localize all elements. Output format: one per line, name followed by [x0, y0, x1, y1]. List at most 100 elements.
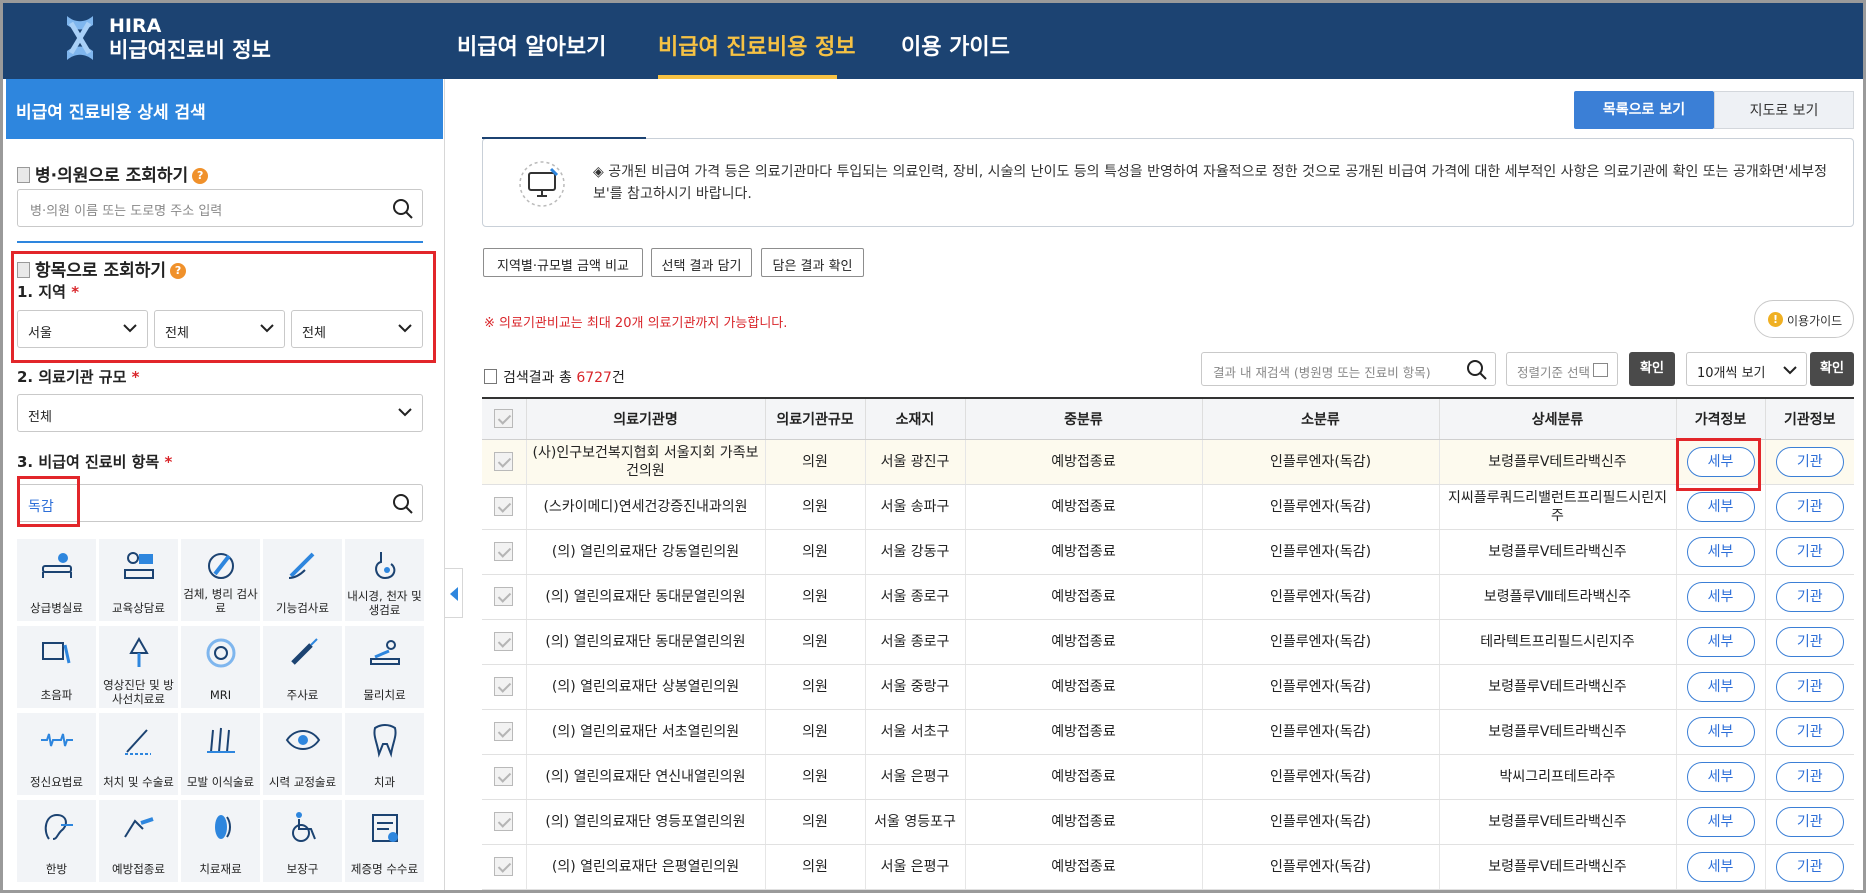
institution-info-button[interactable]: 기관 [1775, 581, 1844, 612]
document-icon [484, 369, 497, 384]
category-tile[interactable]: 치료재료 [181, 800, 260, 882]
category-tile[interactable]: 기능검사료 [263, 539, 342, 621]
cell-scale: 의원 [764, 754, 865, 800]
price-detail-button[interactable]: 세부 [1686, 716, 1755, 747]
cell-scale: 의원 [764, 844, 865, 890]
cell-location: 서울 광진구 [864, 439, 965, 485]
price-detail-button[interactable]: 세부 [1686, 761, 1755, 792]
category-tile[interactable]: 교육상담료 [99, 539, 178, 621]
hira-logo-icon [67, 16, 93, 60]
category-tile[interactable]: 정신요법료 [17, 713, 96, 795]
result-count-number: 6727 [576, 370, 612, 386]
row-checkbox[interactable] [482, 484, 526, 530]
price-detail-button[interactable]: 세부 [1686, 671, 1755, 702]
category-tile[interactable]: 시력 교정술료 [263, 713, 342, 795]
per-page-select[interactable]: 10개씩 보기 [1686, 352, 1807, 386]
save-selection-button[interactable]: 선택 결과 담기 [651, 248, 752, 277]
category-tile[interactable]: 영상진단 및 방사선치료료 [99, 626, 178, 708]
row-checkbox[interactable] [482, 619, 526, 665]
scale-select[interactable]: 전체 [17, 394, 423, 432]
select-all-checkbox[interactable] [482, 397, 526, 440]
institution-info-button[interactable]: 기관 [1775, 491, 1844, 522]
help-icon[interactable]: ? [192, 168, 209, 184]
category-tile[interactable]: 제증명 수수료 [345, 800, 424, 882]
hospital-search-input[interactable]: 병·의원 이름 또는 도로명 주소 입력 [17, 189, 423, 227]
row-checkbox[interactable] [482, 664, 526, 710]
nav-usage-guide[interactable]: 이용 가이드 [901, 29, 1010, 61]
category-tile[interactable]: 초음파 [17, 626, 96, 708]
row-checkbox[interactable] [482, 754, 526, 800]
usage-guide-button[interactable]: ! 이용가이드 [1754, 300, 1854, 338]
row-checkbox[interactable] [482, 439, 526, 485]
tooth-icon [373, 724, 397, 758]
nav-non-covered-cost[interactable]: 비급여 진료비용 정보 [658, 29, 855, 61]
category-tile[interactable]: 치과 [345, 713, 424, 795]
row-checkbox[interactable] [482, 709, 526, 755]
category-tile[interactable]: 한방 [17, 800, 96, 882]
price-detail-button[interactable]: 세부 [1686, 491, 1755, 522]
nav-non-covered-info[interactable]: 비급여 알아보기 [457, 29, 606, 61]
cell-location: 서울 종로구 [864, 619, 965, 665]
price-detail-button[interactable]: 세부 [1686, 626, 1755, 657]
category-tile[interactable]: 모발 이식술료 [181, 713, 260, 795]
row-checkbox[interactable] [482, 844, 526, 890]
region-dong-select[interactable]: 전체 [291, 310, 423, 348]
inner-search-input[interactable]: 결과 내 재검색 (병원명 또는 진료비 항목) [1201, 352, 1496, 386]
col-header: 중분류 [964, 397, 1202, 440]
category-tile[interactable]: 상급병실료 [17, 539, 96, 621]
region-sigungu-select[interactable]: 전체 [154, 310, 285, 348]
cell-location: 서울 은평구 [864, 844, 965, 890]
acupuncture-ear-icon [44, 813, 73, 840]
col-header: 소재지 [864, 397, 965, 440]
institution-info-button[interactable]: 기관 [1775, 536, 1844, 567]
view-saved-button[interactable]: 담은 결과 확인 [761, 248, 864, 277]
cell-mid-category: 예방접종료 [964, 844, 1202, 890]
chevron-down-icon [398, 324, 412, 333]
category-tile[interactable]: MRI [181, 626, 260, 708]
category-tile[interactable]: 검체, 병리 검사료 [181, 539, 260, 621]
price-detail-button[interactable]: 세부 [1686, 851, 1755, 882]
row-checkbox[interactable] [482, 574, 526, 620]
sidebar-collapse-button[interactable] [445, 568, 463, 618]
item-search-heading: 항목으로 조회하기? [17, 256, 187, 281]
category-tile[interactable]: 내시경, 천자 및 생검료 [345, 539, 424, 621]
search-icon[interactable] [392, 493, 414, 515]
brand[interactable]: HIRA 비급여진료비 정보 [109, 15, 271, 63]
institution-info-button[interactable]: 기관 [1775, 761, 1844, 792]
sort-confirm-button[interactable]: 확인 [1629, 352, 1675, 386]
institution-info-button[interactable]: 기관 [1775, 851, 1844, 882]
price-detail-button[interactable]: 세부 [1686, 536, 1755, 567]
sort-select[interactable]: 정렬기준 선택 [1506, 352, 1618, 386]
hospital-bed-icon [42, 553, 72, 578]
institution-info-button[interactable]: 기관 [1775, 446, 1844, 477]
category-tile[interactable]: 예방접종료 [99, 800, 178, 882]
help-icon[interactable]: ? [170, 263, 187, 279]
region-sido-select[interactable]: 서울 [17, 310, 148, 348]
cell-hospital-name: (스카이메디)연세건강증진내과의원 [525, 484, 765, 530]
category-tile[interactable]: 보장구 [263, 800, 342, 882]
list-icon [17, 262, 30, 278]
table-row: (의) 열린의료재단 동대문열린의원 의원 서울 종로구 예방접종료 인플루엔자… [482, 619, 1854, 665]
mri-icon [206, 638, 236, 668]
inner-search-placeholder: 결과 내 재검색 (병원명 또는 진료비 항목) [1213, 365, 1431, 380]
price-detail-button[interactable]: 세부 [1686, 806, 1755, 837]
compare-region-scale-button[interactable]: 지역별·규모별 금액 비교 [483, 248, 643, 277]
category-tile[interactable]: 물리치료 [345, 626, 424, 708]
institution-info-button[interactable]: 기관 [1775, 626, 1844, 657]
institution-info-button[interactable]: 기관 [1775, 671, 1844, 702]
row-checkbox[interactable] [482, 529, 526, 575]
cell-detail-category: 보령플루Ⅴ테트라백신주 [1438, 799, 1676, 845]
institution-info-button[interactable]: 기관 [1775, 716, 1844, 747]
price-detail-button[interactable]: 세부 [1686, 581, 1755, 612]
category-tile[interactable]: 처치 및 수술료 [99, 713, 178, 795]
category-tile[interactable]: 주사료 [263, 626, 342, 708]
institution-info-button[interactable]: 기관 [1775, 806, 1844, 837]
row-checkbox[interactable] [482, 799, 526, 845]
col-header: 상세분류 [1438, 397, 1676, 440]
search-icon[interactable] [1466, 359, 1488, 381]
active-nav-underline [658, 75, 837, 79]
map-view-button[interactable]: 지도로 보기 [1714, 91, 1854, 129]
search-icon[interactable] [392, 198, 414, 220]
list-view-button[interactable]: 목록으로 보기 [1574, 91, 1714, 129]
per-page-confirm-button[interactable]: 확인 [1810, 352, 1854, 386]
